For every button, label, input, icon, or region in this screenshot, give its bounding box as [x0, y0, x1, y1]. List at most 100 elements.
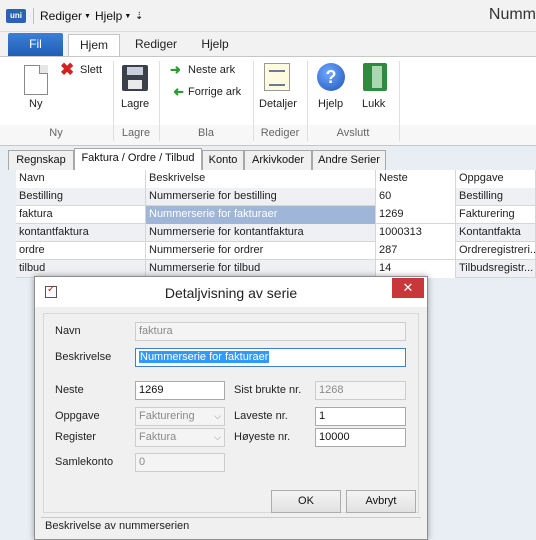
group-label-ny: Ny [49, 127, 63, 139]
help-question-icon: ? [317, 63, 345, 91]
cell-oppgave: Bestilling [456, 188, 536, 206]
table-row[interactable]: Bestilling Nummerserie for bestilling 60… [16, 188, 536, 206]
samlekonto-label: Samlekonto [55, 456, 114, 468]
beskrivelse-label: Beskrivelse [55, 351, 112, 363]
series-detail-dialog: Detaljvisning av serie ✕ Navn faktura Be… [34, 276, 428, 540]
cell-oppgave: Fakturering [456, 206, 536, 224]
neste-field[interactable]: 1269 [135, 381, 225, 400]
laveste-label: Laveste nr. [234, 410, 288, 422]
ny-label: Ny [29, 98, 43, 110]
caret-down-icon: ▼ [124, 13, 132, 21]
group-label-lagre: Lagre [121, 127, 151, 139]
title-bar: uni Rediger ▼ Hjelp ▼ ⇣ Numm [0, 0, 536, 32]
beskrivelse-selected-text: Nummerserie for fakturaer [139, 351, 270, 363]
neste-label: Neste [55, 384, 84, 396]
cell-navn: faktura [16, 206, 146, 224]
oppgave-label: Oppgave [55, 410, 100, 422]
chevron-down-icon: ⌵ [214, 411, 221, 421]
column-header-oppgave[interactable]: Oppgave [456, 170, 536, 188]
neste-ark-label: Neste ark [188, 64, 236, 76]
column-header-neste[interactable]: Neste [376, 170, 456, 188]
column-header-navn[interactable]: Navn [16, 170, 146, 188]
delete-x-icon: ✖ [60, 60, 75, 79]
cell-neste: 287 [376, 242, 456, 260]
group-separator [399, 61, 400, 141]
tab-hjelp[interactable]: Hjelp [192, 34, 238, 56]
cell-navn: kontantfaktura [16, 224, 146, 242]
group-label-avslutt: Avslutt [336, 127, 370, 139]
beskrivelse-field[interactable]: Nummerserie for fakturaer [135, 348, 406, 367]
oppgave-select: Fakturering ⌵ [135, 407, 225, 426]
cell-neste: 1000313 [376, 224, 456, 242]
tab-rediger[interactable]: Rediger [128, 34, 184, 56]
close-button[interactable]: ✕ [392, 278, 424, 298]
register-select: Faktura ⌵ [135, 428, 225, 447]
qat-hjelp-label: Hjelp [95, 9, 123, 23]
cell-oppgave: Kontantfakta [456, 224, 536, 242]
content-tab-strip: Regnskap Faktura / Ordre / Tilbud Konto … [0, 146, 536, 170]
hoyeste-label: Høyeste nr. [234, 431, 291, 443]
ribbon-body: Ny ✖ Slett Ny Lagre Lagre ➜ Neste ark ➜ … [0, 56, 536, 146]
cell-beskrivelse: Nummerserie for ordrer [146, 242, 376, 260]
cell-beskrivelse: Nummerserie for fakturaer [146, 206, 376, 224]
save-floppy-icon [122, 65, 148, 91]
navn-field: faktura [135, 322, 406, 341]
cell-oppgave: Ordreregistreri... [456, 242, 536, 260]
table-row[interactable]: kontantfaktura Nummerserie for kontantfa… [16, 224, 536, 242]
tab-arkivkoder[interactable]: Arkivkoder [244, 150, 312, 170]
table-row-selected[interactable]: faktura Nummerserie for fakturaer 1269 F… [16, 206, 536, 224]
group-label-bla: Bla [198, 127, 214, 139]
arrow-right-icon: ➜ [170, 62, 181, 77]
tab-fil[interactable]: Fil [8, 33, 63, 56]
cell-navn: Bestilling [16, 188, 146, 206]
series-grid[interactable]: Navn Beskrivelse Neste Oppgave Bestillin… [16, 170, 536, 278]
ok-button[interactable]: OK [271, 490, 341, 513]
hjelp-label: Hjelp [318, 98, 344, 110]
cell-navn: ordre [16, 242, 146, 260]
table-row[interactable]: ordre Nummerserie for ordrer 287 Ordrere… [16, 242, 536, 260]
forrige-ark-label: Forrige ark [188, 86, 242, 98]
dialog-title-bar[interactable]: Detaljvisning av serie ✕ [35, 277, 427, 307]
cell-neste: 60 [376, 188, 456, 206]
cell-beskrivelse: Nummerserie for bestilling [146, 188, 376, 206]
samlekonto-field: 0 [135, 453, 225, 472]
qat-hjelp-menu[interactable]: Hjelp ▼ [95, 9, 131, 23]
laveste-field[interactable]: 1 [315, 407, 406, 426]
qat-rediger-label: Rediger [40, 9, 83, 23]
group-label-rediger: Rediger [260, 127, 300, 139]
cell-neste: 1269 [376, 206, 456, 224]
navn-label: Navn [55, 325, 81, 337]
chevron-down-icon: ⌵ [214, 432, 221, 442]
grid-gutter [0, 170, 16, 278]
cancel-button[interactable]: Avbryt [346, 490, 416, 513]
sist-brukte-field: 1268 [315, 381, 406, 400]
sist-brukte-label: Sist brukte nr. [234, 384, 302, 396]
tab-andre-serier[interactable]: Andre Serier [312, 150, 386, 170]
tab-regnskap[interactable]: Regnskap [8, 150, 74, 170]
oppgave-value: Fakturering [139, 410, 195, 422]
detaljer-label: Detaljer [259, 98, 297, 110]
tab-hjem[interactable]: Hjem [68, 34, 120, 56]
register-value: Faktura [139, 431, 177, 443]
slett-label: Slett [80, 64, 103, 76]
register-label: Register [55, 431, 96, 443]
tab-konto[interactable]: Konto [202, 150, 244, 170]
dialog-title: Detaljvisning av serie [164, 285, 298, 301]
qat-rediger-menu[interactable]: Rediger ▼ [40, 9, 91, 23]
cell-oppgave: Tilbudsregistr... [456, 260, 536, 278]
arrow-left-icon: ➜ [173, 84, 184, 99]
ribbon-tab-row: Fil Hjem Rediger Hjelp [0, 32, 536, 56]
lagre-label: Lagre [121, 98, 150, 110]
window-title: Numm [488, 6, 536, 23]
exit-door-icon [363, 63, 387, 91]
qat-separator [33, 8, 34, 24]
qat-customize-icon[interactable]: ⇣ [135, 11, 143, 22]
grid-header-row: Navn Beskrivelse Neste Oppgave [16, 170, 536, 188]
hoyeste-field[interactable]: 10000 [315, 428, 406, 447]
caret-down-icon: ▼ [84, 13, 91, 21]
details-icon [264, 63, 290, 91]
tab-faktura-ordre-tilbud[interactable]: Faktura / Ordre / Tilbud [74, 148, 202, 170]
column-header-beskrivelse[interactable]: Beskrivelse [146, 170, 376, 188]
cell-beskrivelse: Nummerserie for kontantfaktura [146, 224, 376, 242]
left-strip [0, 278, 34, 540]
